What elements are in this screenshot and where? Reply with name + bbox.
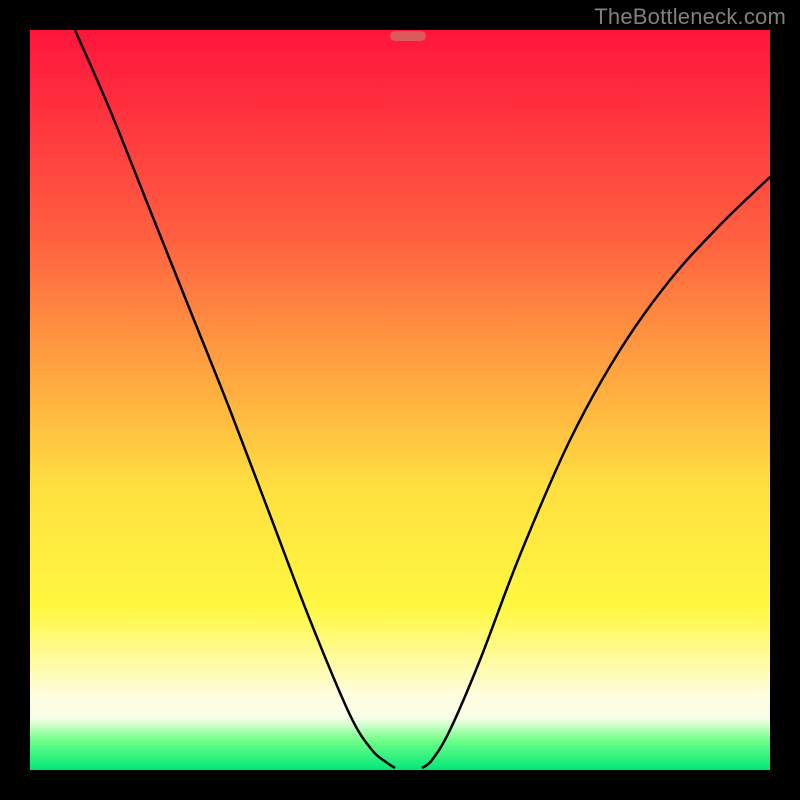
watermark-text: TheBottleneck.com	[594, 4, 786, 30]
curve-left-branch	[75, 30, 395, 768]
plot-area	[30, 30, 770, 770]
bottleneck-curve	[30, 30, 770, 770]
optimum-marker	[390, 31, 426, 41]
chart-frame: TheBottleneck.com	[0, 0, 800, 800]
curve-right-branch	[422, 177, 770, 768]
